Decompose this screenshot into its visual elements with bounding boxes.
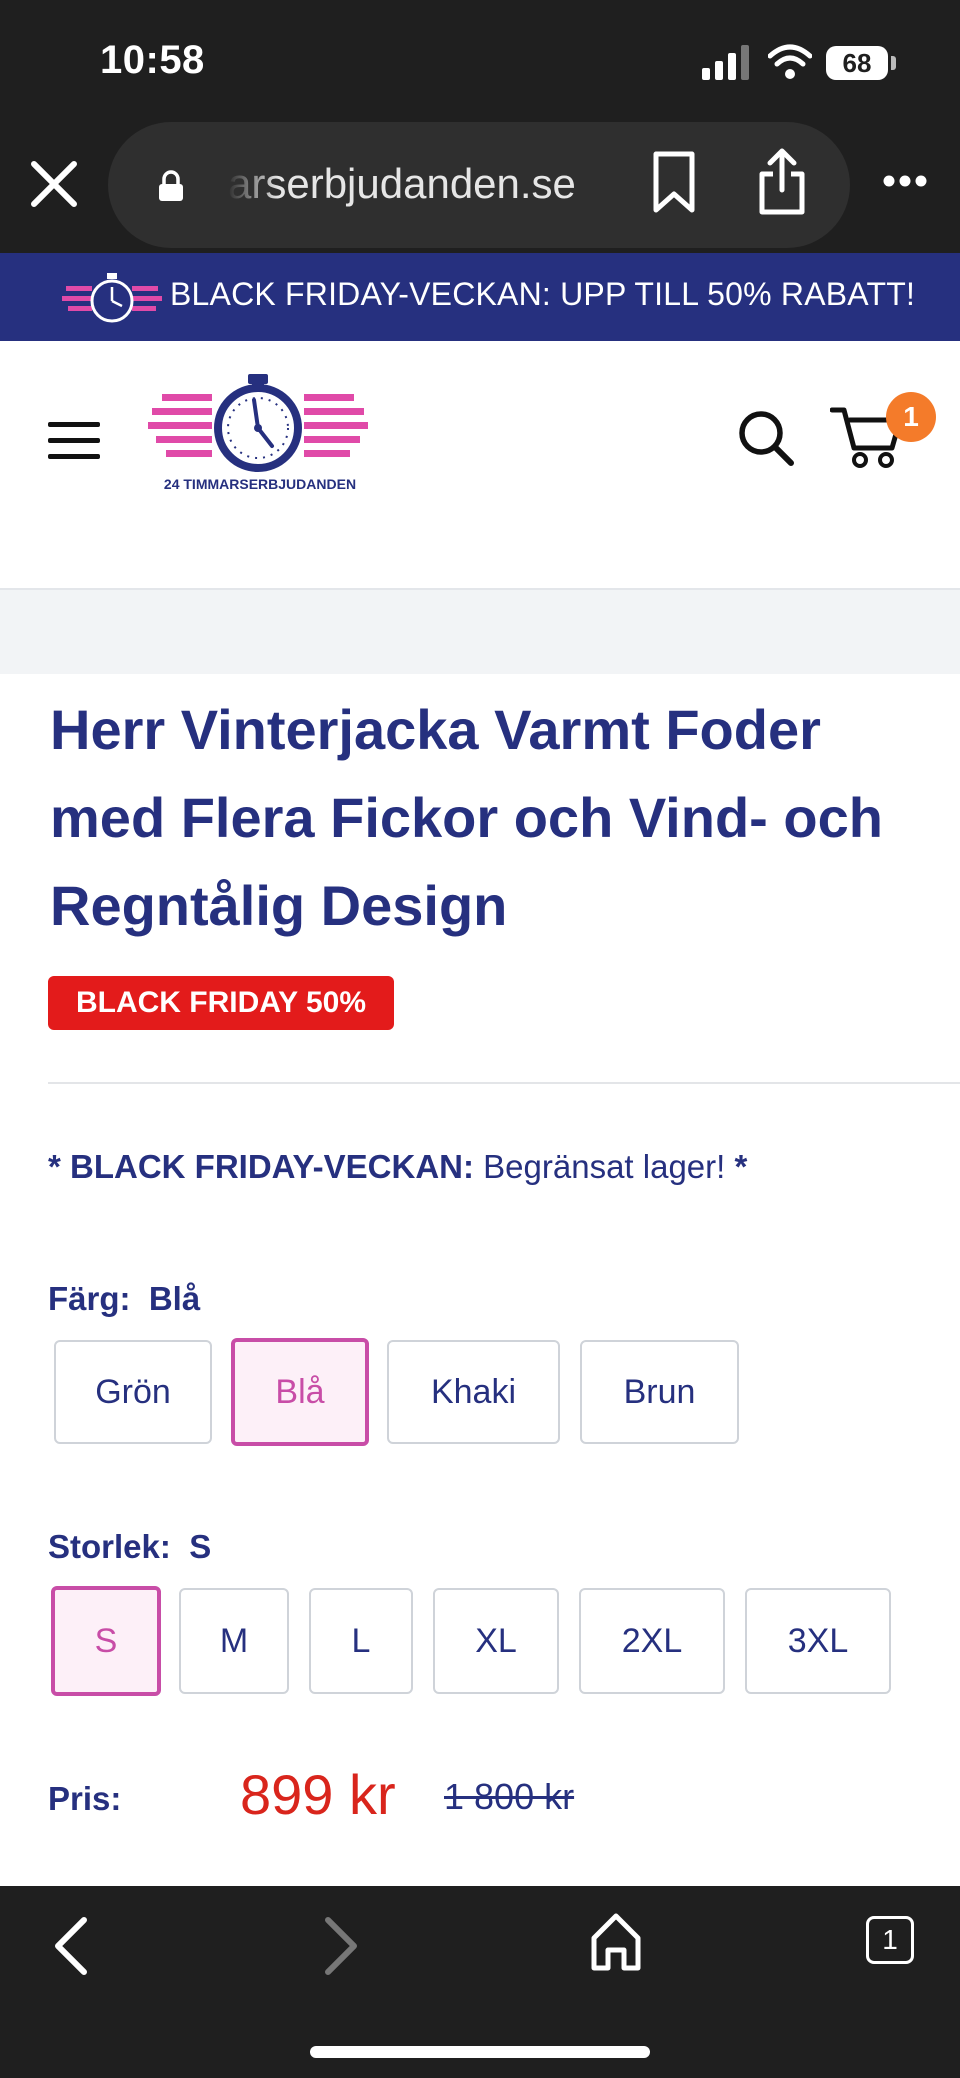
home-indicator [310, 2046, 650, 2058]
cart-count-badge: 1 [886, 392, 936, 442]
color-label: Färg: [48, 1280, 131, 1317]
color-label-row: Färg: Blå [48, 1280, 200, 1318]
size-option-m[interactable]: M [179, 1588, 289, 1694]
url-fade [228, 150, 278, 220]
color-option-bla[interactable]: Blå [231, 1338, 369, 1446]
battery-tip [891, 56, 896, 70]
sale-price: 899 kr [240, 1763, 396, 1826]
size-option-s[interactable]: S [51, 1586, 161, 1696]
battery-indicator: 68 [826, 46, 888, 80]
logo-text: 24 TIMMARSERBJUDANDEN [163, 476, 357, 492]
promo-text: BLACK FRIDAY-VECKAN: UPP TILL 50% RABATT… [170, 276, 916, 312]
sale-badge: BLACK FRIDAY 50% [48, 976, 394, 1030]
cellular-signal-icon [702, 45, 749, 80]
search-icon[interactable] [736, 408, 796, 468]
price-label: Pris: [48, 1780, 122, 1817]
forward-arrow-icon[interactable] [322, 1914, 362, 1978]
bookmark-icon[interactable] [650, 150, 698, 214]
home-icon[interactable] [590, 1912, 642, 1972]
color-option-khaki[interactable]: Khaki [387, 1340, 560, 1444]
share-icon[interactable] [756, 148, 808, 216]
size-option-xl[interactable]: XL [433, 1588, 559, 1694]
more-icon[interactable] [882, 174, 928, 188]
stopwatch-icon [62, 273, 162, 323]
size-label-row: Storlek: S [48, 1528, 211, 1566]
section-divider [48, 1082, 960, 1084]
breadcrumb-band [0, 590, 960, 674]
product-title: Herr Vinterjacka Varmt Foder med Flera F… [50, 698, 883, 937]
size-selected-value: S [189, 1528, 212, 1565]
notice-text: Begränsat lager! [473, 1148, 735, 1185]
url-text[interactable]: arserbjudanden.se [228, 160, 618, 208]
wifi-icon [768, 44, 812, 79]
notice-end: * [734, 1148, 748, 1185]
color-selected-value: Blå [148, 1280, 201, 1317]
size-option-l[interactable]: L [309, 1588, 413, 1694]
menu-icon[interactable] [48, 420, 100, 460]
notice-bold: * BLACK FRIDAY-VECKAN: [48, 1148, 474, 1185]
size-option-3xl[interactable]: 3XL [745, 1588, 891, 1694]
color-option-brun[interactable]: Brun [580, 1340, 739, 1444]
status-time: 10:58 [100, 38, 205, 82]
tabs-button[interactable]: 1 [866, 1916, 914, 1964]
back-arrow-icon[interactable] [50, 1914, 90, 1978]
stock-notice: * BLACK FRIDAY-VECKAN: Begränsat lager! … [48, 1148, 747, 1186]
size-label: Storlek: [48, 1528, 171, 1565]
lock-icon [159, 170, 183, 201]
color-option-gron[interactable]: Grön [54, 1340, 212, 1444]
original-price: 1 800 kr [444, 1776, 575, 1817]
close-icon[interactable] [28, 158, 80, 210]
size-option-2xl[interactable]: 2XL [579, 1588, 725, 1694]
